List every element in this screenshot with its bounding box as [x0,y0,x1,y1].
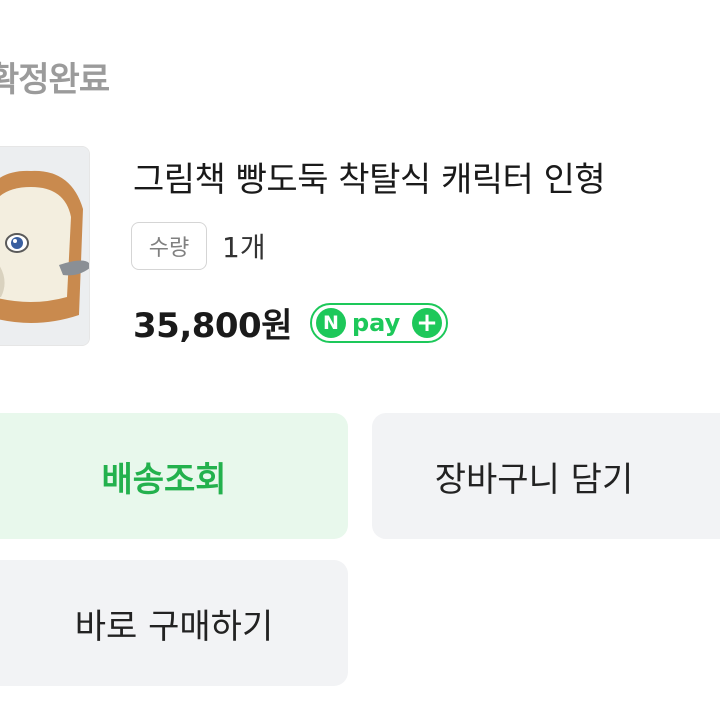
bread-plush-image [0,147,89,345]
track-delivery-button[interactable]: 배송조회 [0,413,348,539]
track-delivery-label: 배송조회 [101,459,227,500]
order-item-card: 확정완료 그림책 빵도둑 착탈식 캐릭터 인형 수량 1개 35,800원 N … [0,0,720,720]
quantity-value: 1개 [222,231,266,264]
quantity-row: 수량 1개 [131,222,266,270]
npay-text: pay [351,308,401,337]
product-title[interactable]: 그림책 빵도둑 착탈식 캐릭터 인형 [133,152,606,201]
price-row: 35,800원 N pay + [133,298,448,347]
npay-plus-badge: N pay + [309,302,448,343]
buy-now-label: 바로 구매하기 [74,606,274,647]
order-status-label: 확정완료 [0,60,110,100]
product-thumbnail[interactable] [0,146,90,346]
plus-icon: + [411,307,442,338]
buy-now-button[interactable]: 바로 구매하기 [0,560,348,686]
product-price: 35,800원 [133,306,292,346]
add-to-cart-label: 장바구니 담기 [434,459,634,500]
npay-n-icon: N [315,307,346,338]
quantity-badge: 수량 [131,222,207,270]
add-to-cart-button[interactable]: 장바구니 담기 [372,413,720,539]
